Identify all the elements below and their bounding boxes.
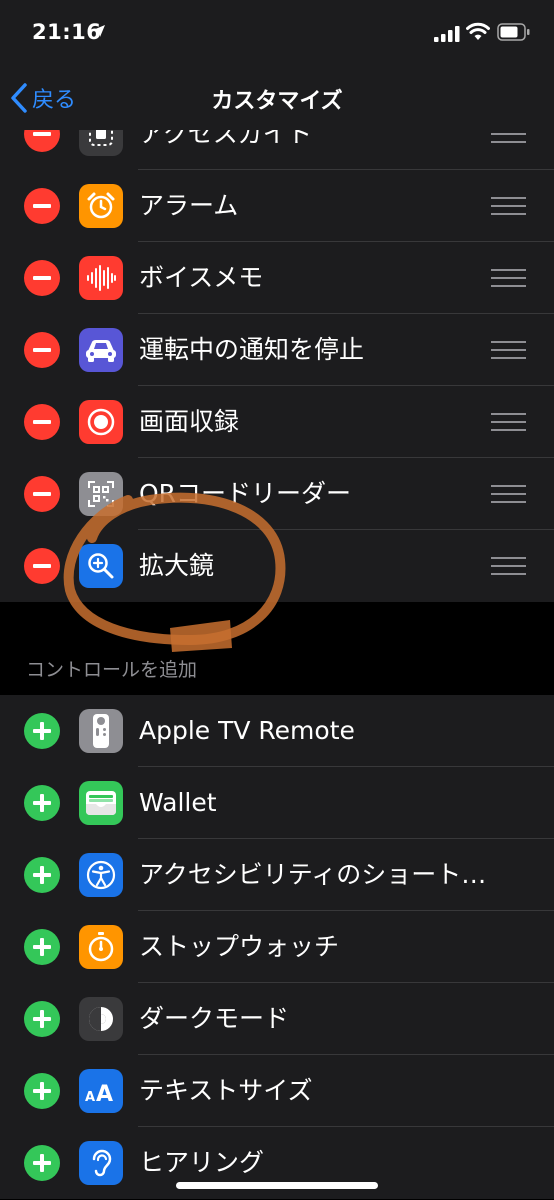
included-controls-list: アクセスガイド アラーム ボイスメモ 運転中の通知を停止 画面収録 QRコードリーダー 拡大… — [0, 98, 554, 602]
add-button[interactable] — [24, 1001, 60, 1037]
list-item[interactable]: ストップウォッチ — [0, 911, 554, 983]
list-item-label: Apple TV Remote — [139, 716, 355, 745]
list-item[interactable]: アラーム — [0, 170, 554, 242]
list-item-label: 拡大鏡 — [139, 551, 215, 580]
list-item-label: アラーム — [139, 191, 239, 220]
home-indicator — [176, 1182, 378, 1189]
list-item[interactable]: 拡大鏡 — [0, 530, 554, 602]
wallet-icon — [79, 781, 123, 825]
list-item[interactable]: アクセシビリティのショートカット — [0, 839, 554, 911]
add-button[interactable] — [24, 1073, 60, 1109]
add-button[interactable] — [24, 713, 60, 749]
list-item[interactable]: Apple TV Remote — [0, 695, 554, 767]
page-title: カスタマイズ — [211, 89, 343, 114]
list-item-label: ボイスメモ — [139, 263, 264, 292]
list-item-label: テキストサイズ — [139, 1076, 313, 1105]
list-item[interactable]: Wallet — [0, 767, 554, 839]
list-item[interactable]: ボイスメモ — [0, 242, 554, 314]
status-time: 21:16 — [32, 20, 102, 44]
add-button[interactable] — [24, 1145, 60, 1181]
add-button[interactable] — [24, 857, 60, 893]
car-icon — [79, 328, 123, 372]
list-item-label: 画面収録 — [139, 407, 240, 436]
reorder-handle-icon[interactable] — [491, 557, 526, 575]
remove-button[interactable] — [24, 548, 60, 584]
list-item-label: Wallet — [139, 788, 217, 817]
reorder-handle-icon[interactable] — [491, 413, 526, 431]
add-button[interactable] — [24, 929, 60, 965]
list-item[interactable]: ダークモード — [0, 983, 554, 1055]
wifi-icon — [466, 22, 490, 40]
hearing-icon — [79, 1141, 123, 1185]
list-item-label: 運転中の通知を停止 — [139, 335, 365, 364]
remove-button[interactable] — [24, 188, 60, 224]
list-item-label: ストップウォッチ — [139, 932, 340, 961]
list-item[interactable]: A A テキストサイズ — [0, 1055, 554, 1127]
tv-remote-icon — [79, 709, 123, 753]
list-item[interactable]: 運転中の通知を停止 — [0, 314, 554, 386]
accessibility-icon — [79, 853, 123, 897]
list-item[interactable]: QRコードリーダー — [0, 458, 554, 530]
more-controls-list: Apple TV Remote Wallet アクセシビリティのショートカット ストッ… — [0, 695, 554, 1199]
reorder-handle-icon[interactable] — [491, 341, 526, 359]
navigation-bar: 戻る カスタマイズ — [0, 68, 554, 130]
svg-text:A: A — [96, 1082, 113, 1105]
screen-record-icon — [79, 400, 123, 444]
remove-button[interactable] — [24, 476, 60, 512]
status-bar: 21:16 — [0, 0, 554, 68]
reorder-handle-icon[interactable] — [491, 269, 526, 287]
remove-button[interactable] — [24, 404, 60, 440]
reorder-handle-icon[interactable] — [491, 197, 526, 215]
section-header-more-controls: コントロールを追加 — [26, 659, 198, 681]
battery-icon — [497, 23, 530, 41]
qr-code-icon — [79, 472, 123, 516]
location-arrow-icon — [93, 25, 105, 37]
list-item-label: QRコードリーダー — [139, 479, 352, 508]
text-size-icon: AA — [79, 1069, 123, 1113]
alarm-icon — [79, 184, 123, 228]
remove-button[interactable] — [24, 260, 60, 296]
svg-text:A: A — [85, 1090, 95, 1105]
list-item[interactable]: 画面収録 — [0, 386, 554, 458]
remove-button[interactable] — [24, 332, 60, 368]
reorder-handle-icon[interactable] — [491, 485, 526, 503]
list-item-label: ダークモード — [139, 1004, 290, 1033]
cellular-signal-icon — [434, 26, 460, 42]
dark-mode-icon — [79, 997, 123, 1041]
add-button[interactable] — [24, 785, 60, 821]
magnifier-icon — [79, 544, 123, 588]
stopwatch-icon — [79, 925, 123, 969]
list-item-label: アクセシビリティのショートカット — [139, 860, 509, 889]
voice-memo-icon — [79, 256, 123, 300]
